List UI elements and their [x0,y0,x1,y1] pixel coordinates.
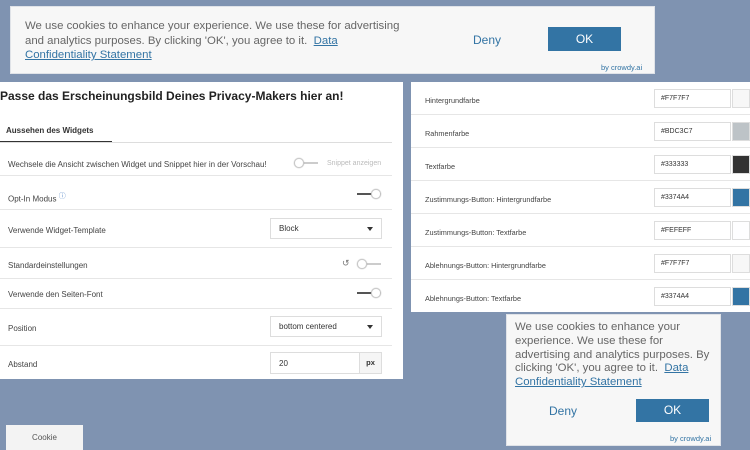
cookie-snippet-tab[interactable]: Cookie [6,425,83,450]
setting-row-opt-in: Opt-In Modus ⓘ [0,176,392,210]
page-title: Passe das Erscheinungsbild Deines Privac… [0,89,344,103]
ok-button[interactable]: OK [636,399,709,422]
color-hex-input[interactable]: #333333 [654,155,731,174]
cookie-banner-text: We use cookies to enhance your experienc… [25,20,400,47]
chevron-down-icon [367,227,373,231]
deny-button[interactable]: Deny [451,33,523,47]
setting-row-position: Position bottom centered [0,309,392,346]
color-settings-panel: Hintergrundfarbe #F7F7F7 Rahmenfarbe #BD… [411,82,750,312]
cookie-banner-top: We use cookies to enhance your experienc… [10,6,655,74]
position-select[interactable]: bottom centered [270,316,382,337]
color-hex-input[interactable]: #3374A4 [654,287,731,306]
crowdy-byline[interactable]: by crowdy.ai [601,63,642,72]
color-label: Ablehnungs-Button: Textfarbe [425,294,522,303]
color-swatch[interactable] [732,89,750,108]
template-select[interactable]: Block [270,218,382,239]
color-swatch[interactable] [732,188,750,207]
color-hex-input[interactable]: #F7F7F7 [654,254,731,273]
color-row: Zustimmungs-Button: Textfarbe #FEFEFF [411,214,750,247]
setting-row-site-font: Verwende den Seiten-Font [0,279,392,309]
template-label: Verwende Widget-Template [8,226,106,235]
color-row: Zustimmungs-Button: Hintergrundfarbe #33… [411,181,750,214]
color-row: Hintergrundfarbe #F7F7F7 [411,82,750,115]
color-row: Ablehnungs-Button: Hintergrundfarbe #F7F… [411,247,750,280]
opt-in-label-text: Opt-In Modus [8,194,57,204]
color-label: Zustimmungs-Button: Textfarbe [425,228,527,237]
preview-toggle-label: Wechsele die Ansicht zwischen Widget und… [8,160,267,169]
crowdy-byline[interactable]: by crowdy.ai [670,434,711,443]
color-swatch[interactable] [732,221,750,240]
snippet-label: Snippet anzeigen [327,160,382,167]
color-row: Textfarbe #333333 [411,148,750,181]
cookie-banner-message: We use cookies to enhance your experienc… [25,19,405,63]
site-font-toggle[interactable] [357,288,381,298]
color-label: Rahmenfarbe [425,129,470,138]
cookie-popup-preview: We use cookies to enhance your experienc… [506,314,721,446]
color-row: Rahmenfarbe #BDC3C7 [411,115,750,148]
widget-settings-panel: Passe das Erscheinungsbild Deines Privac… [0,82,403,379]
color-hex-input[interactable]: #BDC3C7 [654,122,731,141]
template-select-value: Block [279,224,299,233]
color-hex-input[interactable]: #3374A4 [654,188,731,207]
color-swatch[interactable] [732,155,750,174]
color-label: Ablehnungs-Button: Hintergrundfarbe [425,261,546,270]
position-select-value: bottom centered [279,322,337,331]
chevron-down-icon [367,325,373,329]
color-hex-input[interactable]: #F7F7F7 [654,89,731,108]
position-label: Position [8,324,37,333]
color-swatch[interactable] [732,254,750,273]
color-row: Ablehnungs-Button: Textfarbe #3374A4 [411,280,750,313]
color-label: Zustimmungs-Button: Hintergrundfarbe [425,195,552,204]
site-font-label: Verwende den Seiten-Font [8,290,103,299]
spacing-unit: px [359,353,381,373]
color-swatch[interactable] [732,122,750,141]
color-label: Hintergrundfarbe [425,96,480,105]
deny-button[interactable]: Deny [532,404,594,418]
color-hex-input[interactable]: #FEFEFF [654,221,731,240]
color-swatch[interactable] [732,287,750,306]
defaults-label: Standardeinstellungen [8,261,88,270]
opt-in-toggle[interactable] [357,189,381,199]
spacing-value: 20 [279,359,288,368]
ok-button[interactable]: OK [548,27,621,51]
tab-divider [0,142,392,143]
cookie-popup-message: We use cookies to enhance your experienc… [515,321,715,390]
preview-toggle[interactable] [294,158,318,168]
opt-in-label: Opt-In Modus ⓘ [8,191,66,204]
info-icon[interactable]: ⓘ [59,193,66,200]
reset-icon[interactable]: ↺ [342,258,350,269]
tab-widget-appearance[interactable]: Aussehen des Widgets [6,126,94,135]
spacing-input[interactable]: 20 px [270,352,382,374]
setting-row-template: Verwende Widget-Template Block [0,210,392,248]
setting-row-defaults: Standardeinstellungen ↺ [0,248,392,279]
spacing-label: Abstand [8,360,38,369]
setting-row-preview: Wechsele die Ansicht zwischen Widget und… [0,144,392,176]
color-label: Textfarbe [425,162,456,171]
setting-row-spacing: Abstand 20 px [0,346,392,379]
defaults-toggle[interactable] [357,259,381,269]
